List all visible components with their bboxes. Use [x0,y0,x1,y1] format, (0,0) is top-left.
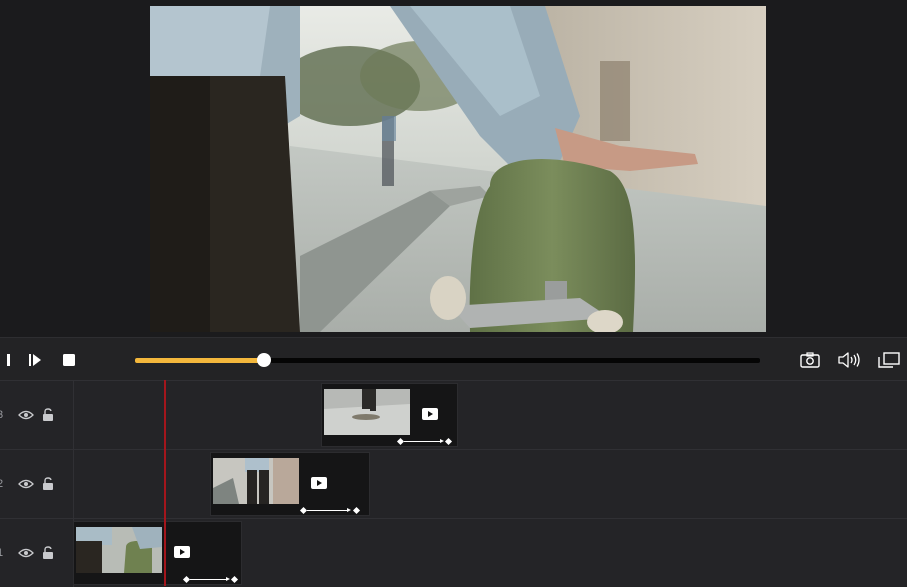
transition-marker [299,506,361,515]
video-frame-image [150,6,766,332]
timeline-clip[interactable] [210,452,370,516]
clip-thumbnail [76,527,162,573]
unlock-icon[interactable] [42,408,54,421]
track-number: 1 [0,547,4,559]
pause-button[interactable] [0,349,16,371]
video-clip-icon [422,408,438,420]
unlock-icon[interactable] [42,477,54,490]
track-header: 1 [0,519,74,587]
snapshot-button[interactable] [799,349,821,371]
camera-icon [800,352,820,368]
eye-icon[interactable] [18,479,34,489]
progress-knob[interactable] [257,353,272,367]
pause-icon [7,354,10,366]
clip-thumbnail [324,389,410,435]
track-1: 1 [0,518,907,587]
volume-button[interactable] [838,349,860,371]
transition-marker [182,575,239,584]
track-2: 2 [0,449,907,518]
eye-icon[interactable] [18,410,34,420]
unlock-icon[interactable] [42,546,54,559]
step-forward-icon [29,354,41,366]
stop-button[interactable] [58,349,80,371]
track-3: 3 [0,380,907,449]
timeline-playhead[interactable] [164,380,166,586]
transition-marker [396,437,453,446]
timeline: 3 2 1 [0,380,907,587]
pip-button[interactable] [878,349,900,371]
clip-thumbnail [213,458,299,504]
stop-icon [63,354,75,366]
timeline-clip[interactable] [73,521,242,585]
video-frame [150,6,766,332]
pip-icon [878,352,900,368]
timeline-clip[interactable] [321,383,458,447]
video-clip-icon [174,546,190,558]
track-header: 2 [0,450,74,518]
progress-bar[interactable] [135,353,760,367]
track-number: 2 [0,478,4,490]
video-clip-icon [311,477,327,489]
playback-controls [0,337,907,381]
track-header: 3 [0,381,74,449]
track-number: 3 [0,409,4,421]
video-preview-area [0,0,907,337]
step-forward-button[interactable] [24,349,46,371]
eye-icon[interactable] [18,548,34,558]
progress-fill [135,358,265,363]
volume-icon [838,352,860,368]
